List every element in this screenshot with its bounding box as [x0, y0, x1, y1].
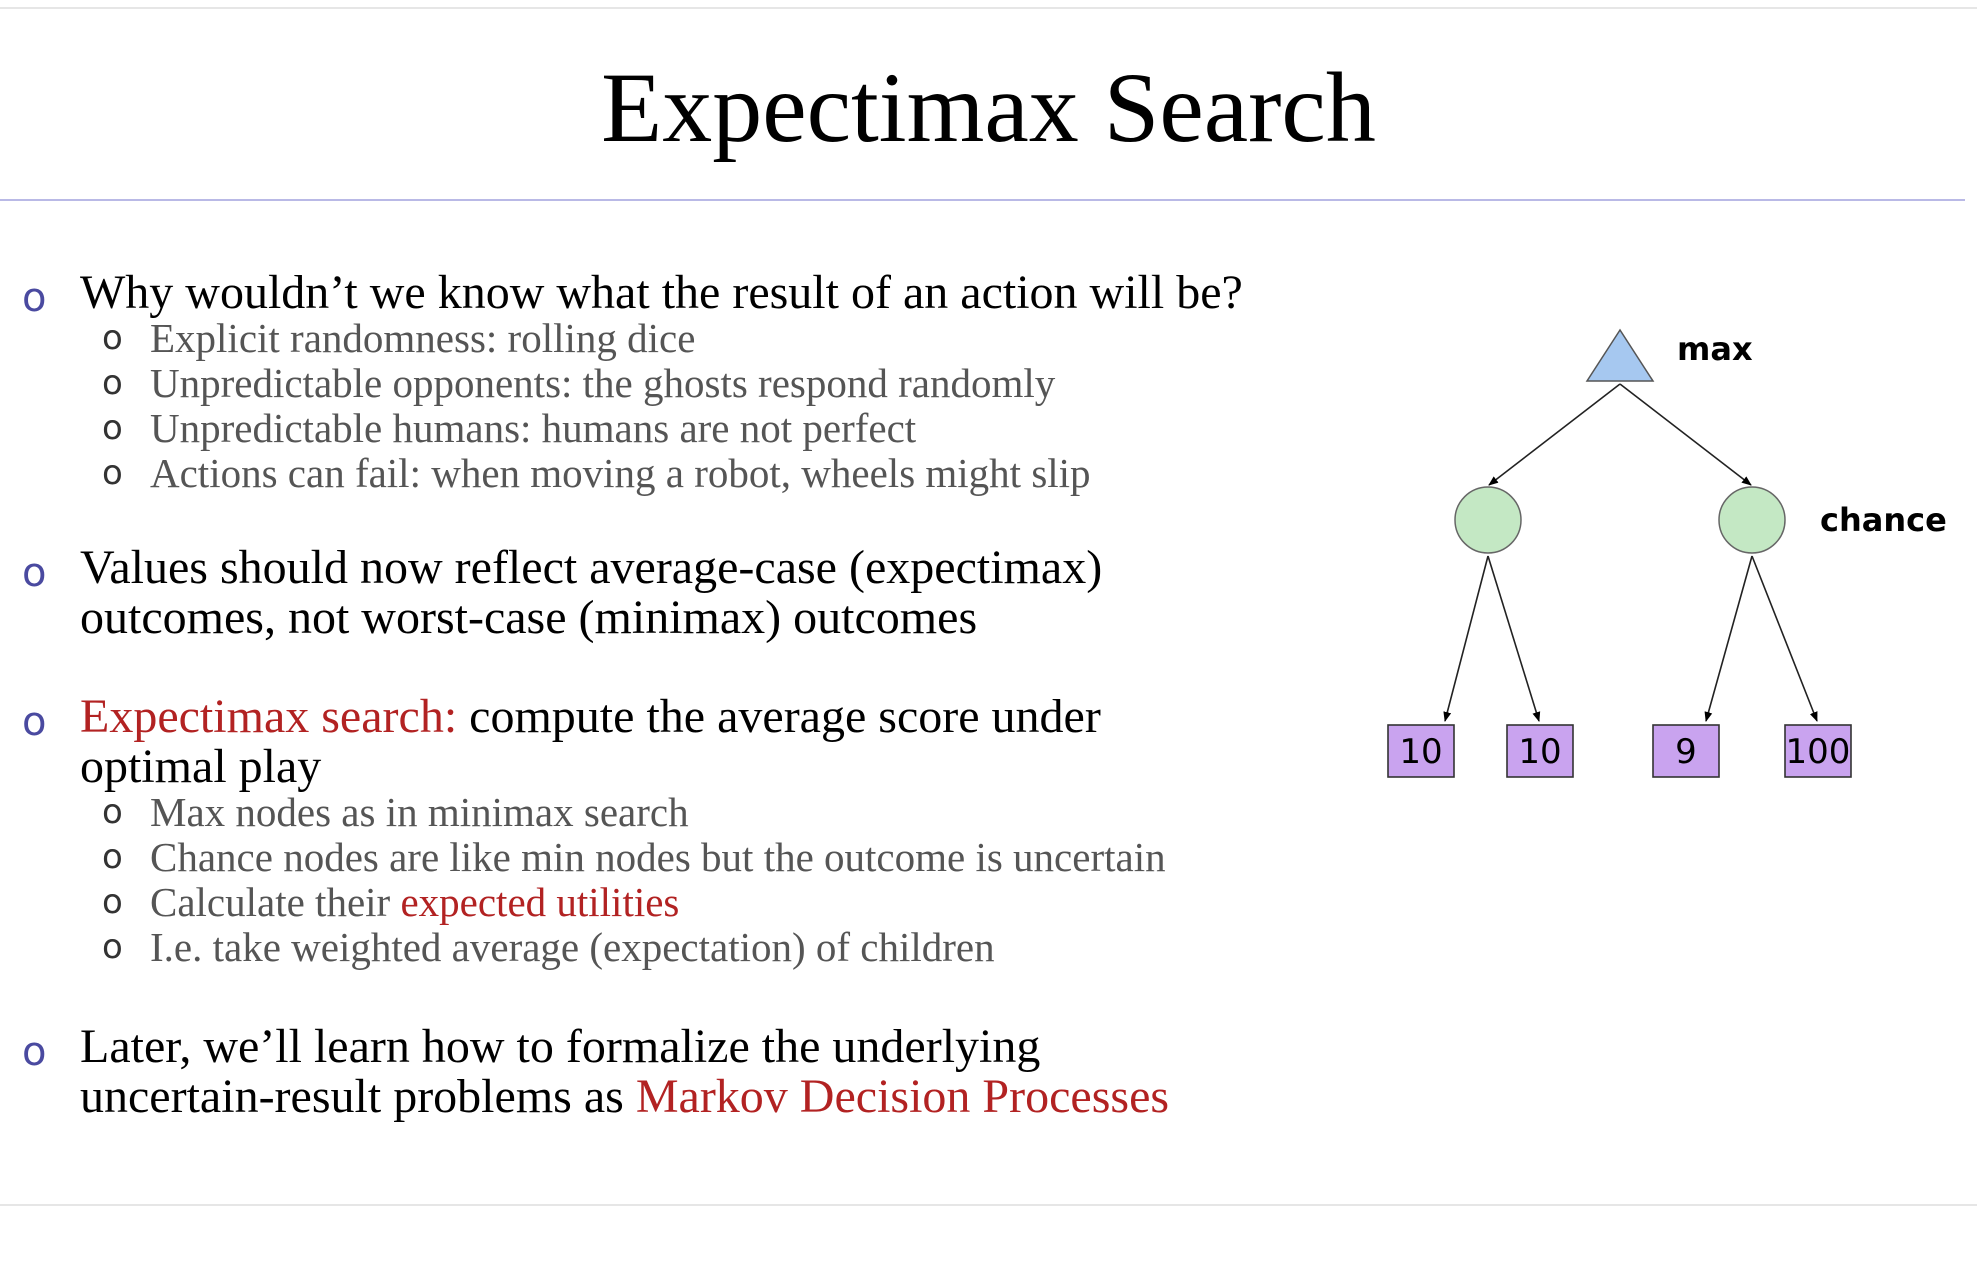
leaf-value: 10 [1518, 732, 1561, 772]
tree-edges [1443, 383, 1818, 722]
sub-bullet-text: I.e. take weighted average (expectation)… [150, 924, 995, 970]
bullet-marker: o [102, 408, 123, 448]
leaf-value: 9 [1675, 732, 1697, 772]
bullet-marker: o [22, 699, 47, 745]
bullet-text: Why wouldn’t we know what the result of … [80, 266, 1243, 319]
mdp-term: Markov Decision Processes [635, 1070, 1170, 1123]
edge-chance-left-to-leaf-1 [1443, 555, 1489, 722]
chance-label: chance [1820, 501, 1947, 539]
chance-node-left [1454, 486, 1522, 554]
sub-bullet-text: Unpredictable opponents: the ghosts resp… [150, 360, 1056, 406]
bullet-marker: o [22, 1029, 47, 1075]
expectimax-term: Expectimax search: [80, 690, 458, 743]
bullet-text-line1: Expectimax search: compute the average s… [80, 692, 1400, 742]
max-label: max [1677, 330, 1753, 368]
sub-bullet-text: Unpredictable humans: humans are not per… [150, 405, 917, 451]
bullet-marker: o [102, 882, 123, 922]
chance-node-right [1718, 486, 1786, 554]
sub-bullet-text: Chance nodes are like min nodes but the … [150, 834, 1166, 880]
expected-utilities-term: expected utilities [400, 879, 680, 925]
sub-bullet-text: Explicit randomness: rolling dice [150, 315, 696, 361]
leaf-value: 100 [1786, 732, 1851, 772]
bullet-marker: o [102, 453, 123, 493]
bullet-text-plain: uncertain-result problems as [80, 1070, 636, 1123]
bullet-text-line2: outcomes, not worst-case (minimax) outco… [80, 591, 978, 644]
bullet-marker: o [22, 275, 47, 321]
sub-bullet-text: Calculate their expected utilities [150, 880, 1400, 925]
title-underline [0, 199, 1965, 201]
bullet-text-line2: optimal play [80, 740, 322, 793]
bullet-marker: o [22, 550, 47, 596]
max-node-triangle [1585, 328, 1655, 382]
sub-bullet-text: Actions can fail: when moving a robot, w… [150, 450, 1091, 496]
top-rule [0, 7, 1977, 9]
expectimax-tree-diagram: max chance 10 10 9 100 [1387, 328, 1947, 778]
sub-bullet-text-plain: Calculate their [150, 879, 401, 925]
sub-bullet-text: Max nodes as in minimax search [150, 789, 689, 835]
bullet-marker: o [102, 318, 123, 358]
slide-title: Expectimax Search [601, 52, 1376, 163]
edge-max-to-chance-left [1488, 383, 1621, 486]
bullet-marker: o [102, 363, 123, 403]
edge-chance-right-to-leaf-3 [1704, 555, 1753, 722]
bullet-marker: o [102, 927, 123, 967]
bottom-rule [0, 1204, 1977, 1206]
edge-chance-right-to-leaf-4 [1751, 555, 1818, 722]
bullet-marker: o [102, 792, 123, 832]
bullet-text-line1: Later, we’ll learn how to formalize the … [80, 1020, 1041, 1073]
bullet-text-rest: compute the average score under [457, 690, 1101, 743]
edge-chance-left-to-leaf-2 [1487, 555, 1541, 722]
bullet-text-line2: uncertain-result problems as Markov Deci… [80, 1072, 1400, 1122]
bullet-marker: o [102, 837, 123, 877]
bullet-text-line1: Values should now reflect average-case (… [80, 541, 1103, 594]
edge-max-to-chance-right [1619, 383, 1752, 486]
leaf-value: 10 [1399, 732, 1442, 772]
